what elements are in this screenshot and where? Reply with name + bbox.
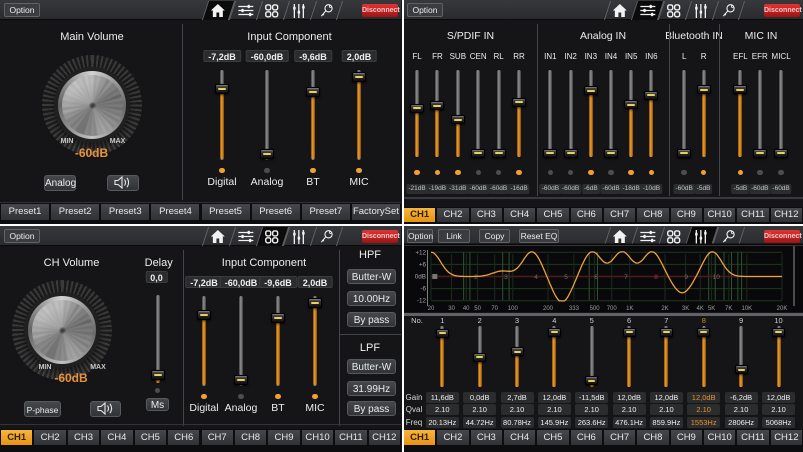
svg-text:20: 20 [428, 306, 435, 312]
svg-text:10K: 10K [741, 306, 752, 312]
svg-text:200: 200 [543, 306, 554, 312]
svg-text:500: 500 [590, 306, 601, 312]
svg-text:1K: 1K [626, 306, 633, 312]
svg-text:30: 30 [448, 306, 455, 312]
svg-text:+12: +12 [415, 249, 426, 256]
svg-text:20K: 20K [777, 306, 788, 312]
svg-text:+6: +6 [419, 261, 427, 268]
svg-text:9: 9 [684, 274, 688, 281]
svg-text:3: 3 [504, 274, 508, 281]
svg-text:4K: 4K [697, 306, 704, 312]
svg-text:-6: -6 [420, 286, 426, 293]
svg-text:333: 333 [569, 306, 580, 312]
svg-text:10: 10 [713, 274, 721, 281]
svg-text:7K: 7K [725, 306, 732, 312]
svg-text:50: 50 [474, 306, 481, 312]
svg-text:100: 100 [508, 306, 519, 312]
svg-text:8: 8 [654, 274, 658, 281]
svg-text:5K: 5K [708, 306, 715, 312]
svg-text:70: 70 [491, 306, 498, 312]
svg-text:2K: 2K [661, 306, 668, 312]
svg-text:2: 2 [474, 274, 478, 281]
svg-text:5: 5 [564, 274, 568, 281]
svg-text:4: 4 [534, 274, 538, 281]
svg-text:6: 6 [594, 274, 598, 281]
svg-text:-12: -12 [417, 298, 427, 305]
svg-text:7: 7 [624, 274, 628, 281]
svg-text:40: 40 [463, 306, 470, 312]
svg-text:0dB: 0dB [415, 274, 426, 281]
svg-text:3K: 3K [682, 306, 689, 312]
svg-text:700: 700 [607, 306, 618, 312]
